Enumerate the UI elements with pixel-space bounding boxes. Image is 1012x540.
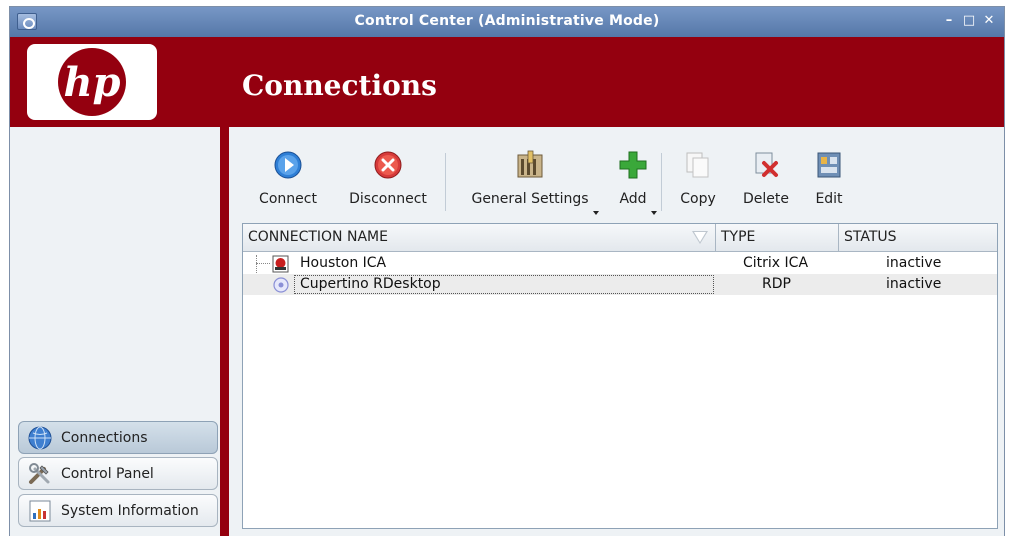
table-row[interactable]: Houston ICA Citrix ICA inactive — [243, 253, 997, 274]
column-header-label: STATUS — [844, 229, 897, 245]
connection-type: Citrix ICA — [743, 255, 809, 271]
title-bar[interactable]: Control Center (Administrative Mode) – □… — [10, 7, 1004, 37]
connections-table[interactable]: CONNECTION NAME TYPE STATUS Houston ICA … — [242, 223, 998, 529]
sidebar: Connections Control Panel System Informa… — [10, 127, 220, 536]
connection-status: inactive — [886, 276, 942, 292]
connection-type: RDP — [762, 276, 791, 292]
sidebar-item-label: Connections — [61, 429, 148, 446]
column-header-status[interactable]: STATUS — [839, 224, 997, 251]
sort-descending-icon — [692, 231, 708, 244]
delete-label: Delete — [743, 191, 789, 207]
edit-icon — [813, 149, 845, 181]
plus-icon — [617, 149, 649, 181]
window-title: Control Center (Administrative Mode) — [354, 13, 660, 29]
dropdown-caret-icon — [593, 211, 599, 215]
maximize-button[interactable]: □ — [961, 12, 977, 30]
globe-icon — [27, 426, 53, 450]
column-header-name[interactable]: CONNECTION NAME — [243, 224, 716, 251]
copy-icon — [682, 149, 714, 181]
delete-icon — [750, 149, 782, 181]
settings-panel-icon — [514, 149, 546, 181]
sidebar-item-label: System Information — [61, 502, 199, 519]
sidebar-item-control-panel[interactable]: Control Panel — [18, 457, 218, 490]
hp-logo-mark: hp — [58, 48, 126, 116]
connect-button[interactable]: Connect — [249, 145, 327, 215]
toolbar: Connect Disconnect General Settings Add … — [229, 135, 1004, 217]
add-label: Add — [619, 191, 647, 207]
hp-logo: hp — [27, 44, 157, 120]
citrix-icon — [272, 255, 290, 273]
column-header-label: TYPE — [721, 229, 756, 245]
connect-label: Connect — [259, 191, 317, 207]
sidebar-item-connections[interactable]: Connections — [18, 421, 218, 454]
sidebar-item-label: Control Panel — [61, 465, 154, 482]
tools-icon — [27, 462, 53, 486]
delete-button[interactable]: Delete — [729, 145, 803, 215]
dropdown-caret-icon — [651, 211, 657, 215]
general-settings-button[interactable]: General Settings — [455, 145, 605, 215]
connection-name: Houston ICA — [300, 255, 387, 271]
logo-text: hp — [63, 59, 120, 106]
column-header-type[interactable]: TYPE — [716, 224, 839, 251]
control-center-window: Control Center (Administrative Mode) – □… — [9, 6, 1005, 536]
copy-label: Copy — [680, 191, 716, 207]
disconnect-button[interactable]: Disconnect — [338, 145, 438, 215]
stop-icon — [372, 149, 404, 181]
content-divider — [220, 127, 229, 536]
add-button[interactable]: Add — [609, 145, 657, 215]
header-banner: hp Connections — [10, 37, 1004, 127]
edit-button[interactable]: Edit — [803, 145, 855, 215]
general-settings-label: General Settings — [471, 191, 589, 207]
rdp-icon — [272, 276, 290, 294]
bar-chart-icon — [27, 499, 53, 523]
play-icon — [272, 149, 304, 181]
disconnect-label: Disconnect — [349, 191, 427, 207]
close-button[interactable]: ✕ — [981, 12, 997, 30]
column-header-label: CONNECTION NAME — [248, 229, 388, 245]
toolbar-separator — [661, 153, 662, 211]
main-panel: Connect Disconnect General Settings Add … — [229, 127, 1004, 536]
table-row[interactable]: Cupertino RDesktop RDP inactive — [243, 274, 997, 295]
table-header: CONNECTION NAME TYPE STATUS — [243, 224, 997, 252]
connection-status: inactive — [886, 255, 942, 271]
sidebar-item-system-information[interactable]: System Information — [18, 494, 218, 527]
toolbar-separator — [445, 153, 446, 211]
page-title: Connections — [242, 69, 437, 102]
copy-button[interactable]: Copy — [668, 145, 728, 215]
edit-label: Edit — [815, 191, 843, 207]
connection-name: Cupertino RDesktop — [300, 276, 441, 292]
minimize-button[interactable]: – — [941, 12, 957, 30]
